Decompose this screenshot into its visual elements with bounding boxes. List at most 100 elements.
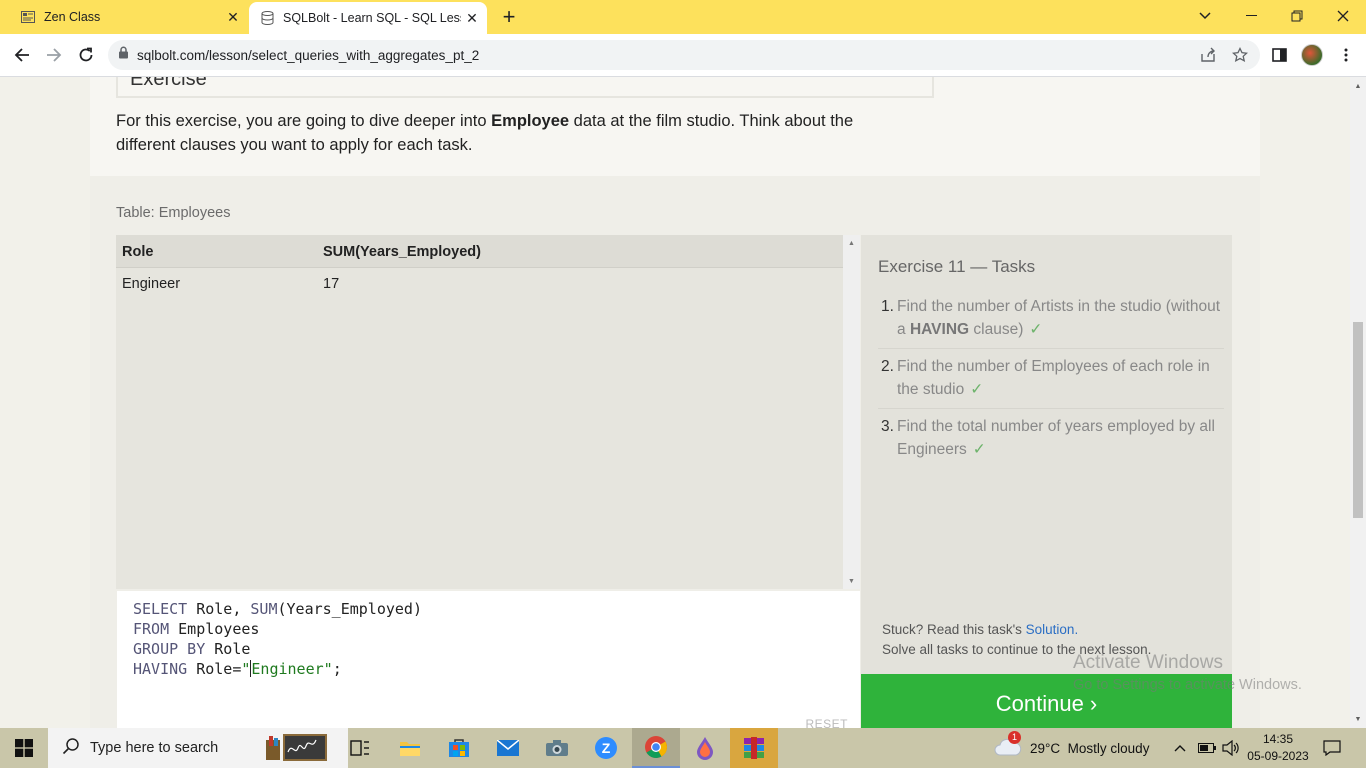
notification-badge: 1 xyxy=(1008,730,1021,744)
clock-time: 14:35 xyxy=(1262,732,1294,746)
profile-avatar[interactable] xyxy=(1297,40,1327,70)
checkmark-icon: ✓ xyxy=(970,381,984,398)
chrome-icon[interactable] xyxy=(632,728,680,768)
restore-button[interactable] xyxy=(1274,0,1320,32)
paint-drop-icon[interactable] xyxy=(681,728,729,768)
sql-keyword: HAVING xyxy=(133,660,188,678)
tab-title: Zen Class xyxy=(44,10,101,24)
query-results-table: Role SUM(Years_Employed) Engineer 17 ▲ ▼ xyxy=(116,235,860,589)
page-scrollbar[interactable]: ▲ ▼ xyxy=(1350,77,1366,728)
side-panel-icon[interactable] xyxy=(1264,40,1294,70)
winrar-icon[interactable] xyxy=(730,728,778,768)
browser-tab-strip: Zen Class ✕ SQLBolt - Learn SQL - SQL Le… xyxy=(0,0,1366,34)
scroll-up-arrow-icon[interactable]: ▲ xyxy=(1350,79,1366,93)
sql-query-code[interactable]: SELECT Role, SUM(Years_Employed) FROM Em… xyxy=(133,599,422,679)
new-tab-button[interactable]: + xyxy=(496,4,522,29)
table-cell: 17 xyxy=(323,276,340,292)
sql-text: Employees xyxy=(169,620,260,638)
taskbar-search-box[interactable]: Type here to search xyxy=(48,728,348,768)
reset-button[interactable]: RESET xyxy=(805,717,848,728)
sql-text: (Years_Employed) xyxy=(277,600,423,618)
address-bar[interactable]: sqlbolt.com/lesson/select_queries_with_a… xyxy=(108,40,1260,70)
bookmark-star-icon[interactable] xyxy=(1225,40,1255,70)
scrollbar-thumb[interactable] xyxy=(1353,322,1363,518)
sql-text: Role xyxy=(205,640,251,658)
sql-function: SUM xyxy=(250,600,278,618)
task-number: 1. xyxy=(881,298,894,315)
more-menu-icon[interactable] xyxy=(1331,40,1361,70)
task-number: 3. xyxy=(881,418,894,435)
battery-icon[interactable] xyxy=(1198,728,1216,768)
sql-string: Engineer" xyxy=(251,660,333,678)
column-header-sum: SUM(Years_Employed) xyxy=(323,244,481,260)
chalkboard-widget-icon[interactable] xyxy=(266,734,328,766)
search-icon xyxy=(62,737,80,759)
forward-button[interactable] xyxy=(39,40,69,70)
windows-taskbar: Type here to search Z 1 29°C Mostly clou… xyxy=(0,728,1366,768)
exercise-intro-text: For this exercise, you are going to dive… xyxy=(116,109,906,157)
show-hidden-icons-chevron-icon[interactable] xyxy=(1174,728,1186,768)
weather-text: 29°C Mostly cloudy xyxy=(1030,740,1150,756)
browser-toolbar: sqlbolt.com/lesson/select_queries_with_a… xyxy=(0,34,1366,77)
table-cell: Engineer xyxy=(122,276,181,292)
reload-button[interactable] xyxy=(71,40,101,70)
results-header-row: Role SUM(Years_Employed) xyxy=(116,235,843,268)
sql-string: " xyxy=(241,660,251,678)
intro-text-part: For this exercise, you are going to dive… xyxy=(116,112,492,130)
search-placeholder: Type here to search xyxy=(90,740,219,756)
activate-windows-watermark: Activate Windows Go to Settings to activ… xyxy=(1073,652,1302,696)
watermark-subtitle: Go to Settings to activate Windows. xyxy=(1073,677,1302,693)
exercise-heading: Exercise xyxy=(116,77,934,98)
tab-title: SQLBolt - Learn SQL - SQL Lesson xyxy=(283,11,461,25)
sql-keyword: SELECT xyxy=(133,600,188,618)
file-explorer-icon[interactable] xyxy=(386,728,434,768)
close-window-button[interactable] xyxy=(1320,0,1366,32)
task-number: 2. xyxy=(881,358,894,375)
volume-icon[interactable] xyxy=(1222,728,1240,768)
close-tab-icon[interactable]: ✕ xyxy=(461,7,483,29)
sql-text: Role, xyxy=(187,600,251,618)
close-tab-icon[interactable]: ✕ xyxy=(222,6,244,28)
task-view-icon[interactable] xyxy=(336,728,384,768)
table-row: Engineer 17 xyxy=(116,268,843,300)
tasks-heading: Exercise 11 — Tasks xyxy=(878,257,1036,276)
scroll-down-arrow-icon[interactable]: ▼ xyxy=(1350,712,1366,726)
table-caption: Table: Employees xyxy=(116,205,231,221)
back-button[interactable] xyxy=(7,40,37,70)
task-text: clause) xyxy=(969,321,1024,338)
minimize-button[interactable] xyxy=(1228,0,1274,32)
tab-search-chevron-icon[interactable] xyxy=(1182,0,1228,32)
share-icon[interactable] xyxy=(1193,40,1223,70)
sql-text: ; xyxy=(332,660,342,678)
results-scrollbar[interactable]: ▲ ▼ xyxy=(843,235,860,589)
tasks-panel: Exercise 11 — Tasks 1. Find the number of… xyxy=(861,235,1232,675)
zoom-icon[interactable]: Z xyxy=(582,728,630,768)
clock-date: 05-09-2023 xyxy=(1247,749,1309,763)
page-viewport: Exercise For this exercise, you are goin… xyxy=(0,77,1350,728)
watermark-title: Activate Windows xyxy=(1073,652,1223,673)
weather-widget[interactable]: 1 29°C Mostly cloudy xyxy=(994,728,1149,768)
sql-query-editor[interactable]: SELECT Role, SUM(Years_Employed) FROM Em… xyxy=(117,591,860,728)
task-bold-term: HAVING xyxy=(909,321,970,338)
solution-link[interactable]: Solution. xyxy=(1026,622,1079,637)
database-favicon-icon xyxy=(259,10,275,26)
task-text: Find the number of Employees of each rol… xyxy=(897,358,1210,398)
microsoft-store-icon[interactable] xyxy=(435,728,483,768)
zen-favicon-icon xyxy=(20,9,36,25)
tab-sqlbolt[interactable]: SQLBolt - Learn SQL - SQL Lesson ✕ xyxy=(249,2,487,34)
sql-keyword: GROUP BY xyxy=(133,640,206,658)
task-item: 1. Find the number of Artists in the stud… xyxy=(878,289,1224,349)
notifications-icon[interactable] xyxy=(1323,728,1341,768)
intro-bold-term: Employee xyxy=(491,112,570,130)
start-button[interactable] xyxy=(0,728,48,768)
sql-text: Role= xyxy=(187,660,242,678)
scroll-up-arrow-icon[interactable]: ▲ xyxy=(843,237,860,249)
taskbar-clock[interactable]: 14:35 05-09-2023 xyxy=(1246,731,1310,765)
tab-zen-class[interactable]: Zen Class ✕ xyxy=(8,0,248,34)
sql-keyword: FROM xyxy=(133,620,170,638)
scroll-down-arrow-icon[interactable]: ▼ xyxy=(843,575,860,587)
url-text: sqlbolt.com/lesson/select_queries_with_a… xyxy=(137,47,480,63)
task-item: 3. Find the total number of years employe… xyxy=(878,409,1224,468)
mail-icon[interactable] xyxy=(484,728,532,768)
camera-icon[interactable] xyxy=(533,728,581,768)
